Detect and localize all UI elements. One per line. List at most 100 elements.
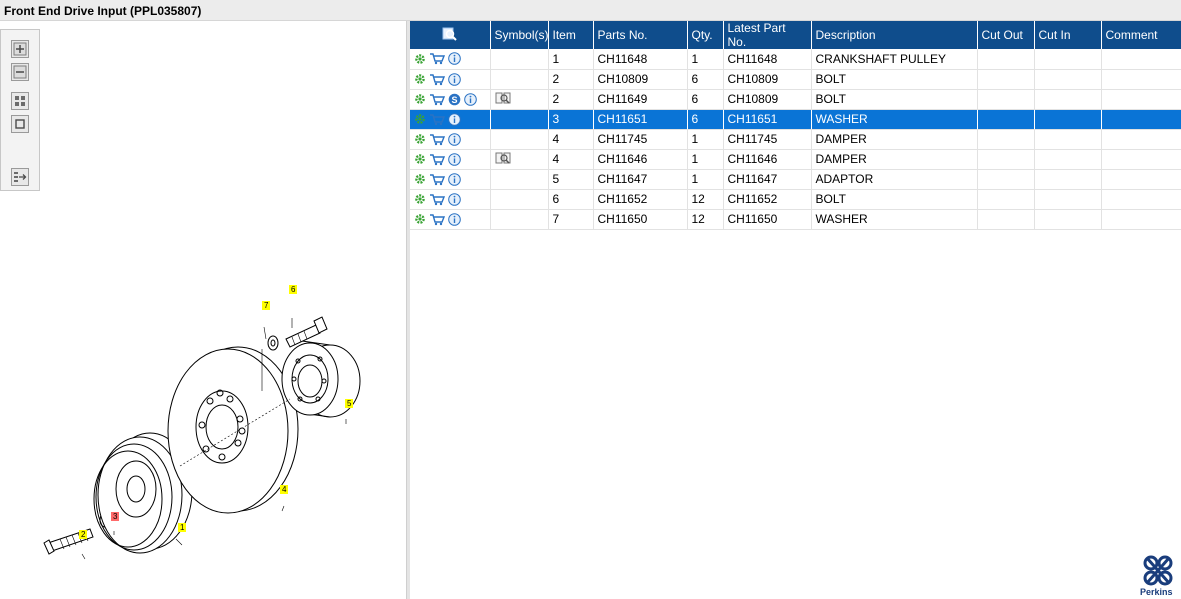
header-item[interactable]: Item xyxy=(548,21,594,49)
cart-icon[interactable] xyxy=(429,193,445,206)
cart-icon[interactable] xyxy=(429,173,445,186)
info-icon[interactable] xyxy=(448,72,461,86)
table-row[interactable]: S 2 CH11649 6 CH10809 BOLT xyxy=(410,89,1181,110)
row-actions xyxy=(410,189,491,210)
gear-icon[interactable] xyxy=(414,193,426,205)
cell-comment xyxy=(1101,49,1181,70)
info-icon[interactable] xyxy=(448,172,461,186)
cell-cut-out xyxy=(977,49,1035,70)
callout-5[interactable]: 5 xyxy=(345,399,354,408)
table-header-row: Symbol(s) Item Parts No. Qty. Latest Par… xyxy=(410,21,1181,49)
table-row[interactable]: 6 CH11652 12 CH11652 BOLT xyxy=(410,189,1181,210)
table-row[interactable]: 7 CH11650 12 CH11650 WASHER xyxy=(410,209,1181,230)
cell-cut-out xyxy=(977,189,1035,210)
info-icon[interactable] xyxy=(464,92,477,106)
row-actions xyxy=(410,169,491,190)
cell-latest-part-no: CH10809 xyxy=(723,89,812,110)
search-icon xyxy=(442,27,457,41)
table-row[interactable]: 4 CH11745 1 CH11745 DAMPER xyxy=(410,129,1181,150)
gear-icon[interactable] xyxy=(414,153,426,165)
row-symbols xyxy=(490,169,549,190)
cell-item: 2 xyxy=(548,69,594,90)
header-qty[interactable]: Qty. xyxy=(687,21,724,49)
info-icon[interactable] xyxy=(448,112,461,126)
info-icon[interactable] xyxy=(448,152,461,166)
svg-text:S: S xyxy=(451,95,457,105)
cell-comment xyxy=(1101,69,1181,90)
row-symbols xyxy=(490,129,549,150)
actual-size-button[interactable] xyxy=(11,115,29,133)
row-actions xyxy=(410,69,491,90)
row-symbols xyxy=(490,109,549,130)
cart-icon[interactable] xyxy=(429,133,445,146)
info-icon[interactable] xyxy=(448,212,461,226)
gear-icon[interactable] xyxy=(414,113,426,125)
callout-1[interactable]: 1 xyxy=(178,523,187,532)
gear-icon[interactable] xyxy=(414,73,426,85)
parts-table: Symbol(s) Item Parts No. Qty. Latest Par… xyxy=(410,21,1181,230)
callout-2[interactable]: 2 xyxy=(79,530,88,539)
cell-qty: 1 xyxy=(687,49,724,70)
cell-description: WASHER xyxy=(811,209,978,230)
toggle-list-button[interactable] xyxy=(11,168,29,186)
info-icon[interactable] xyxy=(448,52,461,66)
cart-icon[interactable] xyxy=(429,153,445,166)
gear-icon[interactable] xyxy=(414,173,426,185)
parts-table-body: 1 CH11648 1 CH11648 CRANKSHAFT PULLEY 2 CH1080… xyxy=(410,49,1181,230)
header-cut-out[interactable]: Cut Out xyxy=(977,21,1035,49)
gear-icon[interactable] xyxy=(414,93,426,105)
callout-4[interactable]: 4 xyxy=(280,485,289,494)
cart-icon[interactable] xyxy=(429,52,445,65)
cell-latest-part-no: CH11650 xyxy=(723,209,812,230)
cell-item: 4 xyxy=(548,129,594,150)
s-badge-icon[interactable]: S xyxy=(448,93,461,106)
window-titlebar: Front End Drive Input (PPL035807) xyxy=(0,0,1181,21)
cell-cut-out xyxy=(977,149,1035,170)
header-description[interactable]: Description xyxy=(811,21,978,49)
damper-item-4 xyxy=(167,346,299,514)
header-symbols[interactable]: Symbol(s) xyxy=(490,21,549,49)
zoom-in-button[interactable] xyxy=(11,40,29,58)
table-row[interactable]: 1 CH11648 1 CH11648 CRANKSHAFT PULLEY xyxy=(410,49,1181,70)
gear-icon[interactable] xyxy=(414,133,426,145)
cart-icon[interactable] xyxy=(429,93,445,106)
row-symbols xyxy=(490,89,549,110)
info-icon[interactable] xyxy=(448,132,461,146)
cart-icon[interactable] xyxy=(429,73,445,86)
table-row[interactable]: 2 CH10809 6 CH10809 BOLT xyxy=(410,69,1181,90)
callout-7[interactable]: 7 xyxy=(262,301,271,310)
row-actions xyxy=(410,129,491,150)
header-cut-in[interactable]: Cut In xyxy=(1034,21,1102,49)
header-comment[interactable]: Comment xyxy=(1101,21,1181,49)
cart-icon[interactable] xyxy=(429,213,445,226)
cell-description: BOLT xyxy=(811,189,978,210)
callout-6[interactable]: 6 xyxy=(289,285,298,294)
cell-comment xyxy=(1101,209,1181,230)
info-icon[interactable] xyxy=(448,192,461,206)
row-symbols xyxy=(490,189,549,210)
cell-parts-no: CH11649 xyxy=(593,89,688,110)
header-parts-no[interactable]: Parts No. xyxy=(593,21,688,49)
header-actions[interactable] xyxy=(410,21,491,49)
fit-view-button[interactable] xyxy=(11,92,29,110)
square-icon xyxy=(15,119,25,129)
minus-icon xyxy=(13,65,27,79)
table-row[interactable]: 5 CH11647 1 CH11647 ADAPTOR xyxy=(410,169,1181,190)
gear-icon[interactable] xyxy=(414,53,426,65)
cell-latest-part-no: CH11646 xyxy=(723,149,812,170)
callout-3[interactable]: 3 xyxy=(111,512,120,521)
cell-parts-no: CH11648 xyxy=(593,49,688,70)
zoom-out-button[interactable] xyxy=(11,63,29,81)
header-latest-part-no[interactable]: Latest Part No. xyxy=(723,21,812,49)
magnifier-book-icon[interactable] xyxy=(495,151,511,165)
gear-icon[interactable] xyxy=(414,213,426,225)
cell-comment xyxy=(1101,129,1181,150)
window-title: Front End Drive Input (PPL035807) xyxy=(4,4,202,18)
magnifier-book-icon[interactable] xyxy=(495,91,511,105)
table-row[interactable]: 3 CH11651 6 CH11651 WASHER xyxy=(410,109,1181,130)
table-row[interactable]: 4 CH11646 1 CH11646 DAMPER xyxy=(410,149,1181,170)
cell-comment xyxy=(1101,89,1181,110)
illustration-pane[interactable]: 7 6 5 4 3 2 1 xyxy=(0,21,406,599)
row-symbols xyxy=(490,49,549,70)
cart-icon[interactable] xyxy=(429,113,445,126)
